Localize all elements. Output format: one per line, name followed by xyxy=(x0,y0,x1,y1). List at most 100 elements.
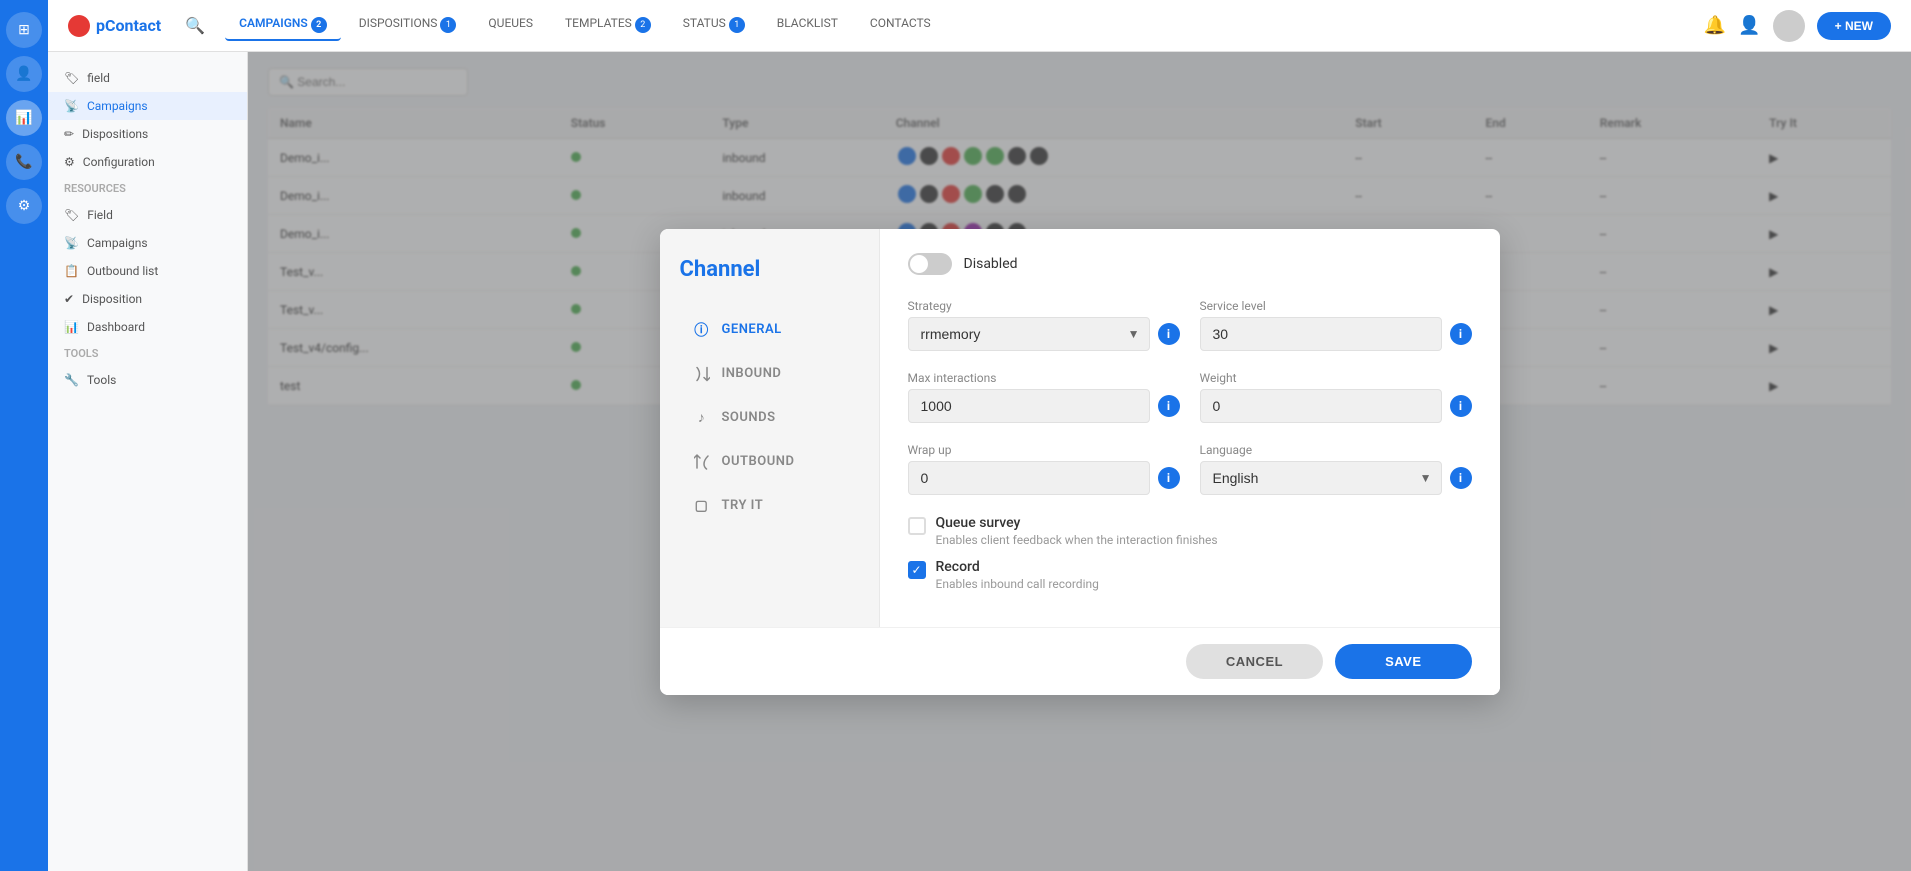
tools-section-label: TOOLS xyxy=(48,341,247,366)
tab-queues[interactable]: QUEUES xyxy=(474,10,547,41)
modal-body: Channel ⓘ GENERAL xyxy=(660,229,1500,627)
toggle-row: Disabled xyxy=(908,253,1472,275)
content-area: Name Status Type Channel Start End Remar… xyxy=(248,52,1911,871)
top-nav-tabs: CAMPAIGNS2 DISPOSITIONS1 QUEUES TEMPLATE… xyxy=(225,10,1700,41)
tab-status[interactable]: STATUS1 xyxy=(669,10,759,41)
list-icon: 📋 xyxy=(64,264,79,278)
modal-overlay[interactable]: Channel ⓘ GENERAL xyxy=(248,52,1911,871)
max-interactions-input[interactable] xyxy=(908,389,1150,423)
tab-campaigns[interactable]: CAMPAIGNS2 xyxy=(225,10,341,41)
sidebar-item-configuration[interactable]: ⚙ Configuration xyxy=(48,148,247,176)
save-button[interactable]: SAVE xyxy=(1335,644,1471,679)
field-icon: 🏷 xyxy=(64,208,79,222)
record-label: Record xyxy=(936,559,1099,575)
modal-title: Channel xyxy=(680,257,859,282)
left-nav-sidebar: ⊞ 👤 📊 📞 ⚙ xyxy=(0,0,48,871)
nav-user-icon[interactable]: 👤 xyxy=(6,56,42,92)
new-button[interactable]: + NEW xyxy=(1817,12,1891,40)
cancel-button[interactable]: CANCEL xyxy=(1186,644,1323,679)
wrap-up-input[interactable] xyxy=(908,461,1150,495)
record-content: Record Enables inbound call recording xyxy=(936,559,1099,591)
queue-survey-content: Queue survey Enables client feedback whe… xyxy=(936,515,1218,547)
modal-footer: CANCEL SAVE xyxy=(660,627,1500,695)
nav-campaigns-icon[interactable]: 📊 xyxy=(6,100,42,136)
second-sidebar: 🏷 field 📡 Campaigns ✏ Dispositions ⚙ Con… xyxy=(48,52,248,871)
weight-input[interactable] xyxy=(1200,389,1442,423)
max-interactions-info-icon[interactable]: i xyxy=(1158,395,1180,417)
app-background: ⊞ 👤 📊 📞 ⚙ pContact 🔍 CAMPAIGNS2 DISPOSIT… xyxy=(0,0,1911,871)
nav-settings-icon[interactable]: ⚙ xyxy=(6,188,42,224)
inbound-phone-icon xyxy=(692,364,712,384)
strategy-select[interactable]: rrmemory roundrobin random leastrecent xyxy=(908,317,1150,351)
tab-blacklist[interactable]: BLACKLIST xyxy=(763,10,852,41)
nav-phone-icon[interactable]: 📞 xyxy=(6,144,42,180)
avatar[interactable] xyxy=(1773,10,1805,42)
modal-nav-sounds[interactable]: ♪ SOUNDS xyxy=(680,398,859,438)
sidebar-item-field2[interactable]: 🏷 Field xyxy=(48,201,247,229)
service-level-input-wrap: i xyxy=(1200,317,1472,351)
tab-dispositions[interactable]: DISPOSITIONS1 xyxy=(345,10,471,41)
pencil-icon: ✏ xyxy=(64,127,74,141)
queue-survey-checkbox[interactable] xyxy=(908,517,926,535)
strategy-select-wrapper: rrmemory roundrobin random leastrecent ▼ xyxy=(908,317,1150,351)
modal-nav-try-it[interactable]: ▢ TRY IT xyxy=(680,486,859,526)
form-grid-row1: Strategy rrmemory roundrobin random xyxy=(908,299,1472,351)
resources-section-label: RESOURCES xyxy=(48,176,247,201)
square-icon: ▢ xyxy=(692,496,712,516)
language-field: Language English Spanish French xyxy=(1200,443,1472,495)
bell-icon[interactable]: 🔔 xyxy=(1704,15,1726,36)
checkbox-section: Queue survey Enables client feedback whe… xyxy=(908,515,1472,591)
wrap-up-info-icon[interactable]: i xyxy=(1158,467,1180,489)
wrap-up-field: Wrap up i xyxy=(908,443,1180,495)
record-desc: Enables inbound call recording xyxy=(936,577,1099,591)
weight-info-icon[interactable]: i xyxy=(1450,395,1472,417)
wrap-up-input-wrap: i xyxy=(908,461,1180,495)
logo-dot xyxy=(68,15,90,37)
music-note-icon: ♪ xyxy=(692,408,712,428)
language-select-wrapper: English Spanish French Portuguese ▼ xyxy=(1200,461,1442,495)
search-icon[interactable]: 🔍 xyxy=(185,16,205,35)
outbound-phone-icon xyxy=(692,452,712,472)
service-level-field: Service level i xyxy=(1200,299,1472,351)
chart-icon: 📊 xyxy=(64,320,79,334)
user-profile-icon[interactable]: 👤 xyxy=(1738,15,1760,36)
service-level-input[interactable] xyxy=(1200,317,1442,351)
max-interactions-label: Max interactions xyxy=(908,371,1180,385)
modal-nav-outbound[interactable]: OUTBOUND xyxy=(680,442,859,482)
modal-nav-general[interactable]: ⓘ GENERAL xyxy=(680,310,859,350)
sidebar-item-outbound-list[interactable]: 📋 Outbound list xyxy=(48,257,247,285)
language-input-wrap: English Spanish French Portuguese ▼ xyxy=(1200,461,1472,495)
strategy-info-icon[interactable]: i xyxy=(1158,323,1180,345)
language-info-icon[interactable]: i xyxy=(1450,467,1472,489)
modal-main-content: Disabled Strategy xyxy=(880,229,1500,627)
sidebar-item-dispositions[interactable]: ✏ Dispositions xyxy=(48,120,247,148)
gear-icon: ⚙ xyxy=(64,155,75,169)
modal-nav-inbound[interactable]: INBOUND xyxy=(680,354,859,394)
toggle-label: Disabled xyxy=(964,256,1018,272)
queue-survey-desc: Enables client feedback when the interac… xyxy=(936,533,1218,547)
max-interactions-input-wrap: i xyxy=(908,389,1180,423)
wrap-up-label: Wrap up xyxy=(908,443,1180,457)
sidebar-item-disposition2[interactable]: ✔ Disposition xyxy=(48,285,247,313)
sidebar-item-tools[interactable]: 🔧 Tools xyxy=(48,366,247,394)
strategy-input-wrap: rrmemory roundrobin random leastrecent ▼ xyxy=(908,317,1180,351)
tab-templates[interactable]: TEMPLATES2 xyxy=(551,10,665,41)
sidebar-item-campaigns2[interactable]: 📡 Campaigns xyxy=(48,229,247,257)
record-row: ✓ Record Enables inbound call recording xyxy=(908,559,1472,591)
nav-home-icon[interactable]: ⊞ xyxy=(6,12,42,48)
campaigns-icon: 📡 xyxy=(64,236,79,250)
tab-contacts[interactable]: CONTACTS xyxy=(856,10,945,41)
sidebar-item-dashboard[interactable]: 📊 Dashboard xyxy=(48,313,247,341)
tag-icon: 🏷 xyxy=(64,71,79,85)
disabled-toggle[interactable] xyxy=(908,253,952,275)
sidebar-item-field[interactable]: 🏷 field xyxy=(48,64,247,92)
record-checkbox[interactable]: ✓ xyxy=(908,561,926,579)
form-grid-row2: Max interactions i Weight xyxy=(908,371,1472,423)
service-level-info-icon[interactable]: i xyxy=(1450,323,1472,345)
top-nav: pContact 🔍 CAMPAIGNS2 DISPOSITIONS1 QUEU… xyxy=(48,0,1911,52)
language-select[interactable]: English Spanish French Portuguese xyxy=(1200,461,1442,495)
modal-sidebar: Channel ⓘ GENERAL xyxy=(660,229,880,627)
check-icon: ✔ xyxy=(64,292,74,306)
strategy-label: Strategy xyxy=(908,299,1180,313)
sidebar-item-campaigns[interactable]: 📡 Campaigns xyxy=(48,92,247,120)
